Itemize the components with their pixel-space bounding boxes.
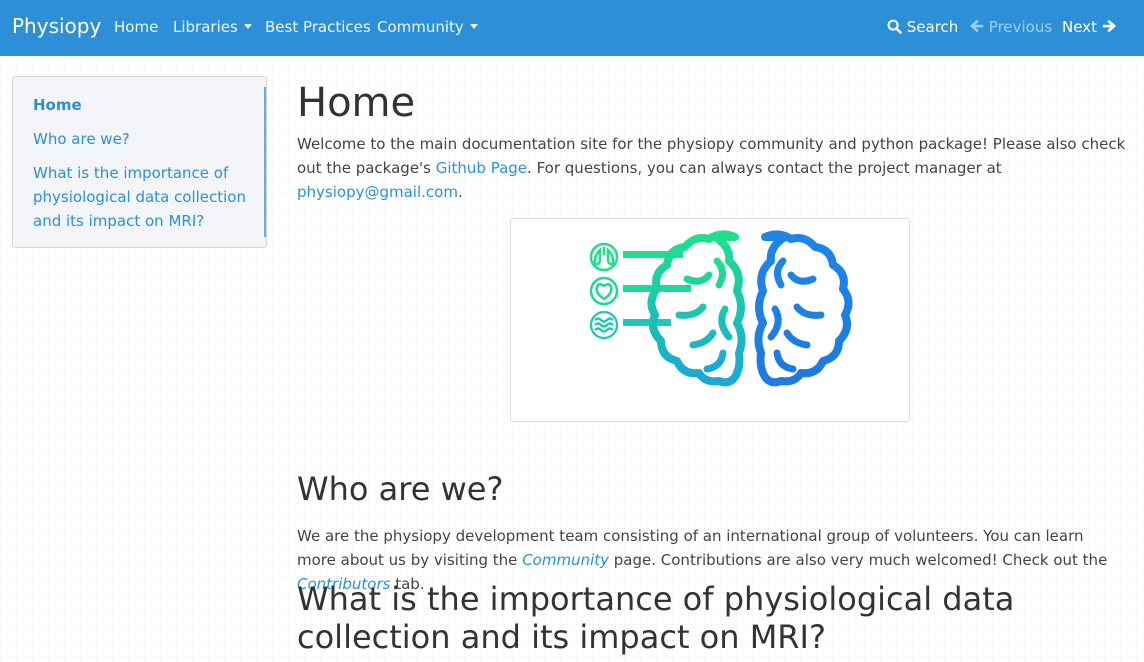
search-button[interactable]: Search [887, 18, 958, 36]
lungs-icon [589, 242, 619, 272]
brand-logo[interactable]: Physiopy [12, 14, 101, 38]
next-label: Next [1062, 18, 1097, 36]
sidebar-item-who-are-we[interactable]: Who are we? [33, 127, 246, 151]
heart-icon [589, 276, 619, 306]
who-section: Who are we? We are the physiopy developm… [297, 470, 1127, 596]
email-link[interactable]: physiopy@gmail.com [297, 183, 458, 201]
nav-best-practices[interactable]: Best Practices [265, 18, 371, 36]
sidebar-toc: Home Who are we? What is the importance … [12, 76, 267, 248]
previous-button[interactable]: Previous [970, 18, 1052, 36]
nav-libraries-dropdown[interactable]: Libraries [173, 18, 252, 36]
nav-home[interactable]: Home [114, 18, 158, 36]
search-label: Search [906, 18, 959, 36]
physiopy-brain-logo [589, 230, 853, 387]
page-title: Home [297, 80, 416, 126]
arrow-left-icon [970, 19, 984, 33]
caret-down-icon [243, 24, 252, 29]
github-page-link[interactable]: Github Page [436, 159, 527, 177]
caret-down-icon [469, 24, 478, 29]
who-text-2: page. Contributions are also very much w… [609, 551, 1108, 569]
intro-text-3: . [457, 183, 463, 201]
top-navbar: Physiopy Home Libraries Best Practices C… [0, 0, 1144, 56]
sidebar-item-home[interactable]: Home [33, 93, 246, 117]
physiopy-logo-frame [510, 218, 910, 422]
community-link[interactable]: Community [522, 551, 609, 569]
arrow-right-icon [1102, 19, 1116, 33]
sidebar-item-importance[interactable]: What is the importance of physiological … [33, 161, 246, 233]
next-button[interactable]: Next [1062, 18, 1116, 36]
waves-icon [589, 310, 619, 340]
search-icon [887, 19, 902, 34]
intro-text-2: . For questions, you can always contact … [527, 159, 1002, 177]
nav-community-label: Community [377, 18, 464, 36]
nav-libraries-label: Libraries [173, 18, 238, 36]
importance-heading: What is the importance of physiological … [297, 580, 1015, 656]
previous-label: Previous [988, 18, 1053, 36]
nav-community-dropdown[interactable]: Community [377, 18, 478, 36]
intro-paragraph: Welcome to the main documentation site f… [297, 132, 1127, 204]
importance-section: What is the importance of physiological … [297, 580, 1127, 656]
main-content: Home Welcome to the main documentation s… [297, 76, 1127, 656]
who-heading: Who are we? [297, 470, 504, 508]
